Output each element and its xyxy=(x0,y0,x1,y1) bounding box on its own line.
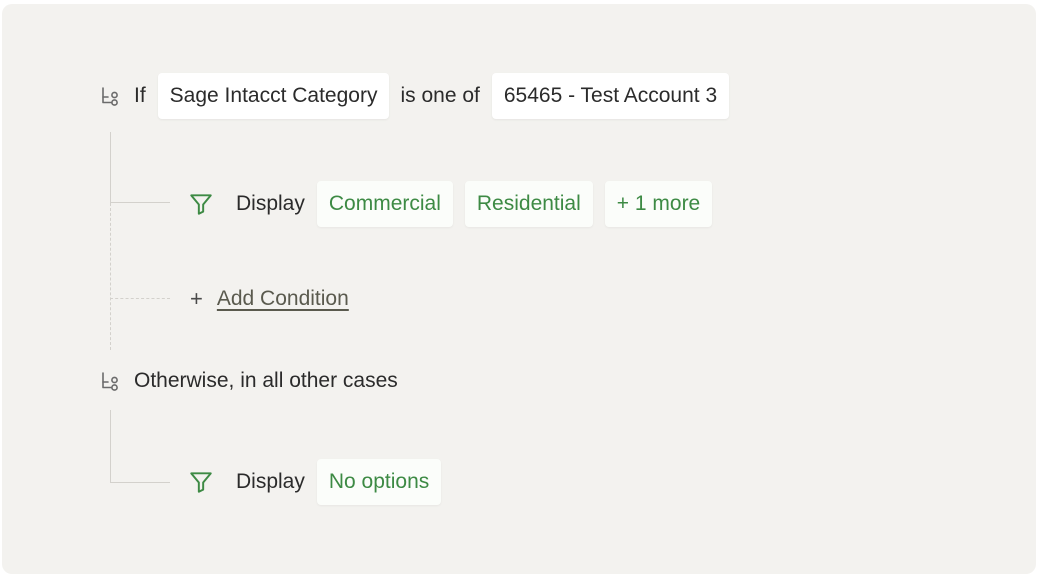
otherwise-row: Otherwise, in all other cases xyxy=(98,357,410,405)
connector-line xyxy=(110,482,170,483)
option-chip[interactable]: Commercial xyxy=(316,181,453,227)
otherwise-label: Otherwise, in all other cases xyxy=(134,369,398,392)
more-options-chip[interactable]: + 1 more xyxy=(604,181,713,227)
operator-label: is one of xyxy=(400,84,480,107)
filter-icon xyxy=(188,191,214,217)
connector-line xyxy=(110,132,111,202)
field-selector[interactable]: Sage Intacct Category xyxy=(157,73,390,119)
connector-line xyxy=(110,203,111,350)
connector-line xyxy=(110,202,170,203)
no-options-chip[interactable]: No options xyxy=(316,459,442,505)
branch-icon xyxy=(98,84,122,108)
filter-icon xyxy=(188,469,214,495)
if-display-row: Display Commercial Residential + 1 more xyxy=(186,180,724,228)
otherwise-display-row: Display No options xyxy=(186,458,453,506)
if-keyword: If xyxy=(134,84,146,107)
option-chip[interactable]: Residential xyxy=(464,181,593,227)
if-condition-row: If Sage Intacct Category is one of 65465… xyxy=(98,72,740,120)
display-label: Display xyxy=(236,192,305,215)
add-condition-row: + Add Condition xyxy=(186,275,349,323)
branch-icon xyxy=(98,369,122,393)
plus-icon[interactable]: + xyxy=(190,286,203,312)
add-condition-link[interactable]: Add Condition xyxy=(217,287,349,311)
connector-line xyxy=(110,298,170,299)
display-label: Display xyxy=(236,470,305,493)
connector-line xyxy=(110,410,111,482)
value-selector[interactable]: 65465 - Test Account 3 xyxy=(491,73,730,119)
